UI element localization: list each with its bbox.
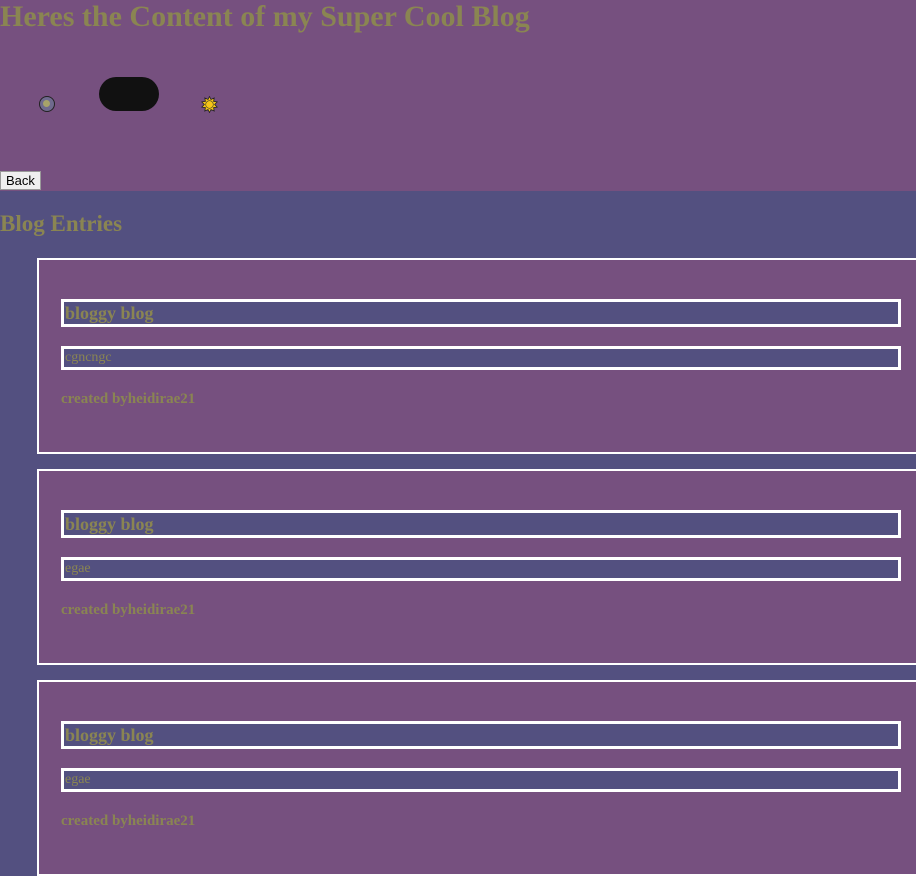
entry-body: egae xyxy=(65,772,91,787)
blog-entry-card: bloggy blog egae created byheidirae21 xyxy=(37,680,916,876)
entry-body-box: cgncngc xyxy=(61,346,901,370)
entry-title: bloggy blog xyxy=(65,514,154,534)
entry-body-box: egae xyxy=(61,768,901,792)
entry-body-box: egae xyxy=(61,557,901,581)
blog-entry-card: bloggy blog egae created byheidirae21 xyxy=(37,469,916,665)
entry-author: created byheidirae21 xyxy=(61,813,196,829)
sun-icon[interactable] xyxy=(201,96,218,113)
moon-icon[interactable] xyxy=(39,96,55,112)
entry-body: cgncngc xyxy=(65,350,112,365)
entry-title: bloggy blog xyxy=(65,725,154,745)
theme-toggle[interactable] xyxy=(99,77,159,111)
entry-author: created byheidirae21 xyxy=(61,602,196,618)
section-title: Blog Entries xyxy=(0,211,123,236)
entry-title-box: bloggy blog xyxy=(61,721,901,749)
entry-title-box: bloggy blog xyxy=(61,299,901,327)
back-button[interactable]: Back xyxy=(0,171,41,190)
entry-author: created byheidirae21 xyxy=(61,391,196,407)
entry-title: bloggy blog xyxy=(65,303,154,323)
entry-body: egae xyxy=(65,561,91,576)
blog-entry-card: bloggy blog cgncngc created byheidirae21 xyxy=(37,258,916,454)
header: Heres the Content of my Super Cool Blog … xyxy=(0,0,916,191)
entry-title-box: bloggy blog xyxy=(61,510,901,538)
page-title: Heres the Content of my Super Cool Blog xyxy=(0,0,530,33)
